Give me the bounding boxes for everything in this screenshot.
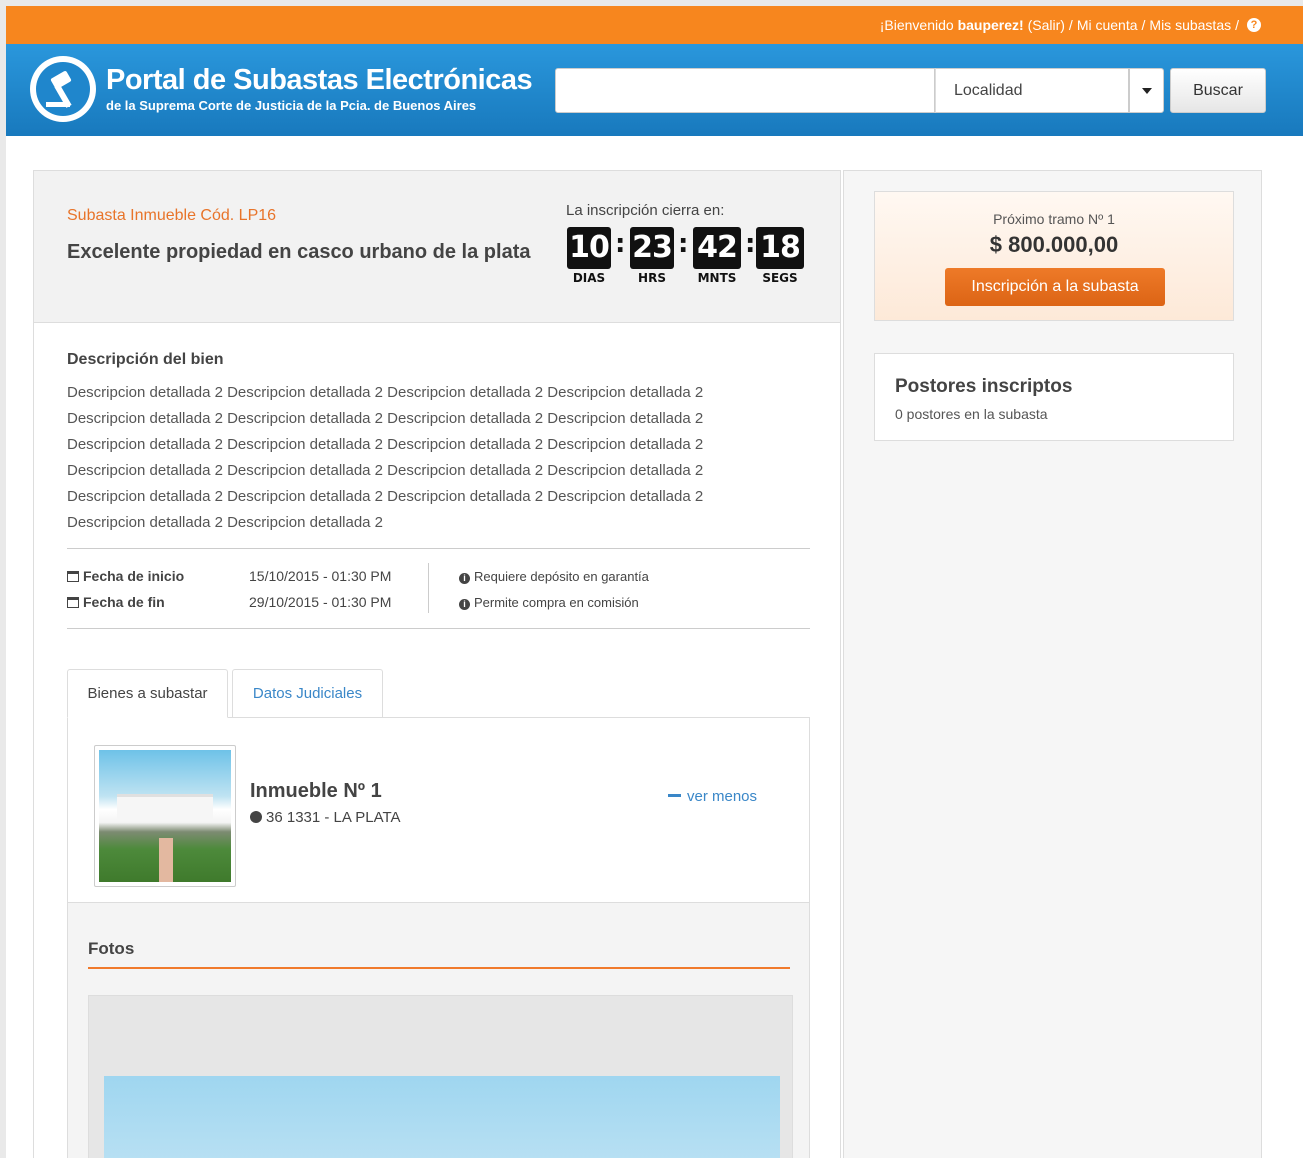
auction-title: Excelente propiedad en casco urbano de l… (67, 241, 531, 263)
countdown-colon: : (615, 229, 626, 259)
property-title: Inmueble Nº 1 (250, 780, 382, 802)
tab-datos-judiciales[interactable]: Datos Judiciales (232, 669, 383, 717)
help-icon[interactable]: ? (1247, 18, 1261, 32)
next-bid-box: Próximo tramo Nº 1 $ 800.000,00 Inscripc… (874, 191, 1234, 321)
photos-title: Fotos (88, 939, 135, 958)
countdown-colon: : (678, 229, 689, 259)
minus-icon (668, 794, 681, 797)
separator: / (1141, 17, 1146, 33)
description-line: Descripcion detallada 2 Descripcion deta… (67, 462, 704, 479)
site-title[interactable]: Portal de Subastas Electrónicas (106, 64, 533, 97)
info-icon: i (459, 573, 470, 584)
start-date-value: 15/10/2015 - 01:30 PM (249, 568, 392, 584)
photos-title-underline (88, 967, 790, 969)
gavel-logo-icon[interactable] (30, 56, 96, 122)
my-account-link[interactable]: Mi cuenta (1077, 17, 1138, 33)
commission-info: i Permite compra en comisión (459, 595, 639, 610)
bidders-title: Postores inscriptos (895, 376, 1073, 397)
auction-code: Subasta Inmueble Cód. LP16 (67, 207, 277, 224)
path-shape (159, 838, 173, 882)
divider (67, 548, 810, 549)
sidebar: Próximo tramo Nº 1 $ 800.000,00 Inscripc… (843, 170, 1262, 1158)
description-title: Descripción del bien (67, 351, 224, 368)
locality-dropdown-toggle[interactable] (1129, 68, 1164, 113)
divider-vertical (428, 563, 429, 613)
tab-panel-bienes: Inmueble Nº 1 36 1331 - LA PLATA ver men… (67, 717, 810, 1158)
next-bid-amount: $ 800.000,00 (989, 232, 1119, 257)
countdown-hours-unit: HRS (638, 271, 666, 285)
site-header: Portal de Subastas Electrónicas de la Su… (6, 44, 1303, 136)
welcome-text: ¡Bienvenido (879, 17, 954, 33)
gallery-photo[interactable] (104, 1076, 780, 1158)
countdown-seconds: 18 (756, 227, 804, 269)
site-subtitle: de la Suprema Corte de Justicia de la Pc… (106, 98, 477, 113)
description-line: Descripcion detallada 2 Descripcion deta… (67, 488, 704, 505)
calendar-icon (67, 571, 79, 582)
end-date-value: 29/10/2015 - 01:30 PM (249, 594, 392, 610)
bidders-box: Postores inscriptos 0 postores en la sub… (874, 353, 1234, 441)
countdown-label: La inscripción cierra en: (566, 202, 725, 219)
search-button[interactable]: Buscar (1170, 68, 1266, 113)
description-line: Descripcion detallada 2 Descripcion deta… (67, 436, 704, 453)
countdown-minutes: 42 (693, 227, 741, 269)
user-topbar: ¡Bienvenido bauperez! (Salir) / Mi cuent… (6, 6, 1303, 44)
search-input[interactable] (555, 68, 935, 113)
description-line: Descripcion detallada 2 Descripcion deta… (67, 514, 384, 531)
username-link[interactable]: bauperez! (958, 17, 1024, 33)
countdown-minutes-unit: MNTS (697, 271, 737, 285)
logout-link[interactable]: (Salir) (1028, 17, 1065, 33)
description-line: Descripcion detallada 2 Descripcion deta… (67, 384, 704, 401)
end-date-label: Fecha de fin (67, 594, 165, 610)
window-frame-left (0, 0, 6, 1158)
separator: / (1068, 17, 1073, 33)
countdown-hours: 23 (630, 227, 674, 269)
my-auctions-link[interactable]: Mis subastas (1149, 17, 1231, 33)
divider (67, 628, 810, 629)
next-bid-label: Próximo tramo Nº 1 (993, 211, 1115, 227)
photo-gallery[interactable] (88, 995, 793, 1158)
property-photo (99, 750, 231, 882)
register-auction-button[interactable]: Inscripción a la subasta (945, 268, 1165, 306)
bidders-count: 0 postores en la subasta (895, 406, 1048, 422)
countdown-days-unit: DIAS (572, 271, 606, 285)
globe-icon (250, 811, 262, 823)
calendar-icon (67, 597, 79, 608)
auction-header: Subasta Inmueble Cód. LP16 Excelente pro… (34, 171, 840, 323)
countdown-days: 10 (567, 227, 611, 269)
photos-section: Fotos (68, 902, 809, 1158)
property-thumbnail[interactable] (94, 745, 236, 887)
description-text: Descripcion detallada 2 Descripcion deta… (67, 380, 767, 536)
locality-select[interactable]: Localidad (935, 68, 1129, 113)
countdown-colon: : (745, 229, 756, 259)
start-date-label: Fecha de inicio (67, 568, 184, 584)
toggle-details-link[interactable]: ver menos (668, 788, 757, 805)
deposit-info: i Requiere depósito en garantía (459, 569, 649, 584)
tab-bienes-a-subastar[interactable]: Bienes a subastar (67, 669, 228, 718)
property-location: 36 1331 - LA PLATA (250, 809, 401, 826)
auction-detail-panel: Subasta Inmueble Cód. LP16 Excelente pro… (33, 170, 841, 1158)
description-line: Descripcion detallada 2 Descripcion deta… (67, 410, 704, 427)
house-shape (117, 794, 213, 820)
separator: / (1235, 17, 1239, 33)
info-icon: i (459, 599, 470, 610)
caret-down-icon (1141, 87, 1152, 94)
countdown-seconds-unit: SEGS (762, 271, 798, 285)
